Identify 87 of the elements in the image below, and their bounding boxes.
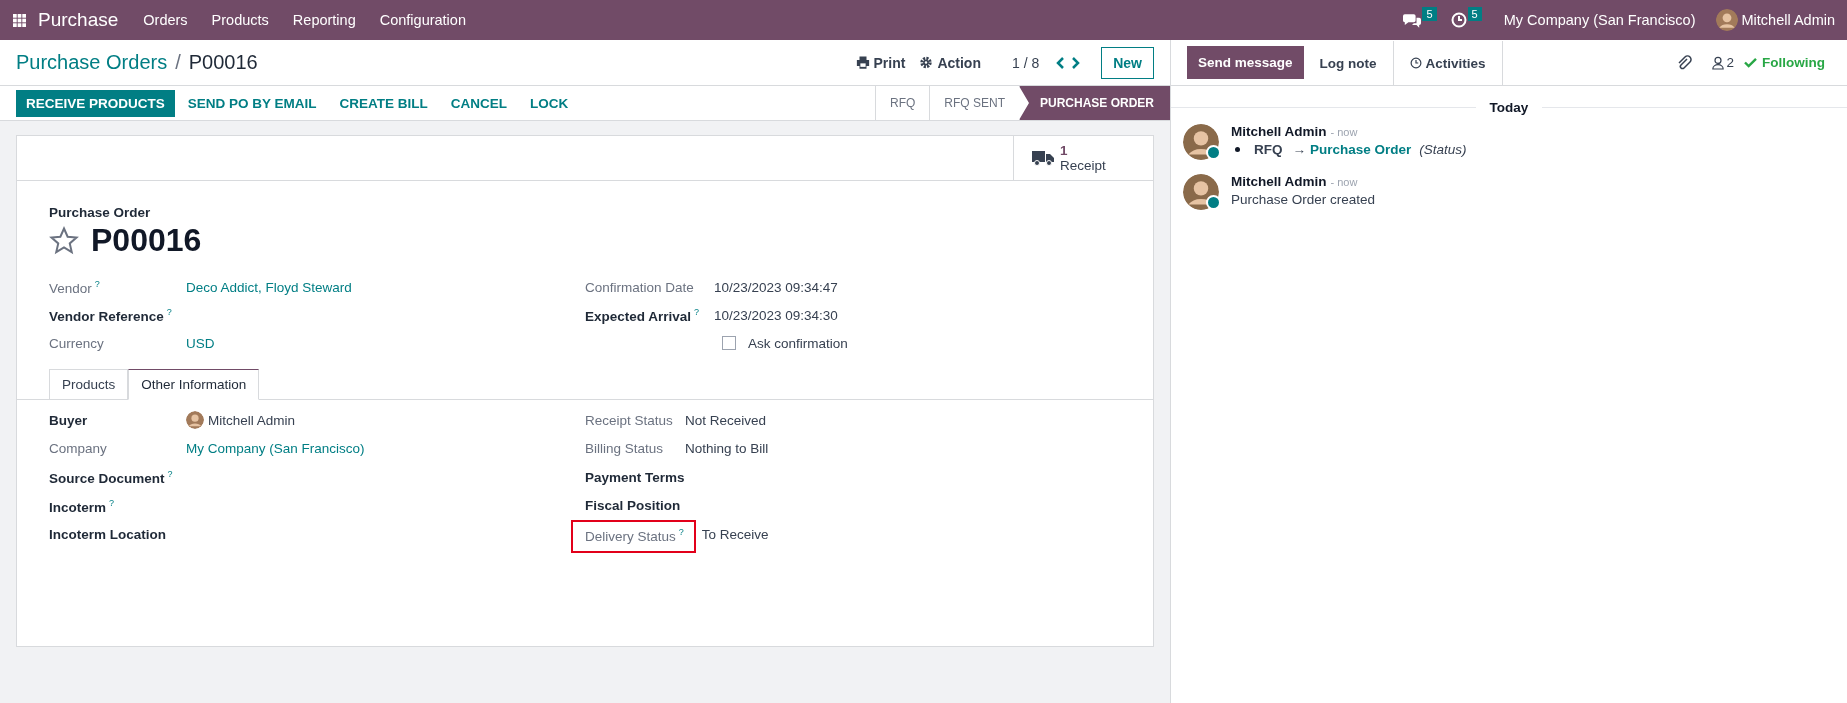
field-label: Payment Terms — [585, 469, 685, 485]
workflow-button[interactable]: CREATE BILL — [329, 89, 438, 117]
new-button[interactable]: New — [1101, 46, 1154, 79]
date-separator: Today — [1475, 100, 1543, 115]
print-button[interactable]: Print — [873, 54, 906, 71]
form-type-label: Purchase Order — [49, 205, 152, 220]
action-menu-button[interactable]: Action — [937, 54, 981, 71]
record-name: P00016 — [188, 51, 258, 74]
checkbox-label[interactable]: Ask confirmation — [748, 335, 848, 351]
author-avatar — [1183, 174, 1219, 210]
field-value: Nothing to Bill — [685, 441, 769, 457]
field-label: Delivery Status $^{?}$ — [571, 519, 696, 553]
field-label: Incoterm Location — [49, 526, 167, 542]
field-label: Vendor Reference $^{?}$ — [49, 306, 173, 324]
arrow-glyph: → — [1292, 142, 1306, 157]
new-value: Purchase Order — [1310, 142, 1412, 157]
tracked-field: (Status) — [1419, 142, 1467, 157]
status-step[interactable]: PURCHASE ORDER — [1019, 86, 1170, 120]
field-value-link[interactable]: USD — [186, 335, 215, 351]
author-avatar — [1183, 124, 1219, 160]
paperclip-icon[interactable] — [1676, 54, 1693, 71]
apps-menu-icon[interactable] — [13, 13, 26, 27]
workflow-button[interactable]: RECEIVE PRODUCTS — [16, 89, 175, 117]
navbar-menu-item[interactable]: Orders — [143, 12, 188, 28]
field-label: Expected Arrival $^{?}$ — [585, 306, 701, 324]
field-label: Billing Status — [585, 441, 665, 457]
send-message-button[interactable]: Send message — [1187, 46, 1304, 79]
printer-icon[interactable] — [855, 56, 870, 69]
follower-count[interactable]: 2 — [1726, 55, 1734, 70]
field-value: Not Received — [685, 412, 767, 428]
clock-icon — [1409, 57, 1422, 69]
truck-icon — [1032, 150, 1054, 166]
chevron-left-icon[interactable] — [1055, 55, 1066, 70]
field-label: Vendor $^{?}$ — [49, 278, 101, 296]
activity-count-badge: 5 — [1467, 7, 1482, 21]
field-label: Company — [49, 441, 108, 457]
checkmark-icon[interactable] — [1744, 57, 1757, 68]
form-tab[interactable]: Other Information — [128, 369, 260, 400]
field-label: Fiscal Position — [585, 498, 682, 514]
breadcrumb-link[interactable]: Purchase Orders — [16, 51, 168, 74]
field-label: Receipt Status — [585, 412, 674, 428]
workflow-button[interactable]: SEND PO BY EMAIL — [177, 89, 327, 117]
clock-icon[interactable] — [1450, 12, 1467, 28]
activities-button[interactable]: Activities — [1392, 40, 1503, 86]
navbar-menu-item[interactable]: Reporting — [292, 12, 356, 28]
message-time: - now — [1330, 176, 1358, 188]
breadcrumb-separator: / — [175, 51, 181, 74]
gear-icon[interactable] — [919, 56, 934, 69]
field-label: Source Document $^{?}$ — [49, 469, 174, 486]
pager-value: 1 / 8 — [1011, 54, 1040, 71]
field-value: 10/23/2023 09:34:47 — [714, 279, 838, 295]
receipt-count: 1 — [1060, 143, 1069, 158]
person-icon[interactable] — [1712, 55, 1725, 70]
company-switcher[interactable]: My Company (San Francisco) — [1503, 12, 1696, 28]
field-label: Confirmation Date — [585, 279, 695, 295]
receipt-smart-button[interactable]: 1 Receipt — [1013, 136, 1153, 180]
message-text: Purchase Order created — [1231, 192, 1376, 207]
user-avatar-icon[interactable] — [1715, 9, 1738, 31]
user-name[interactable]: Mitchell Admin — [1741, 12, 1835, 28]
field-value: 10/23/2023 09:34:30 — [714, 307, 838, 323]
navbar-menu-item[interactable]: Products — [211, 12, 269, 28]
user-avatar-icon — [186, 411, 204, 430]
field-value-link[interactable]: Deco Addict, Floyd Steward — [186, 279, 352, 295]
activities-label: Activities — [1425, 55, 1486, 71]
message-time: - now — [1330, 126, 1358, 138]
message-count-badge: 5 — [1422, 7, 1437, 21]
workflow-button[interactable]: CANCEL — [440, 89, 518, 117]
field-value-link[interactable]: My Company (San Francisco) — [186, 441, 365, 457]
navbar-menu-item[interactable]: Configuration — [379, 12, 466, 28]
message-author: Mitchell Admin — [1231, 124, 1327, 139]
chevron-right-icon[interactable] — [1071, 55, 1082, 70]
checkbox[interactable] — [722, 336, 736, 350]
field-value[interactable]: Mitchell Admin — [208, 412, 296, 428]
log-note-button[interactable]: Log note — [1303, 40, 1393, 86]
receipt-label: Receipt — [1060, 158, 1106, 173]
message-author: Mitchell Admin — [1231, 174, 1327, 189]
star-icon[interactable] — [49, 225, 79, 256]
field-value: To Receive — [701, 526, 769, 542]
field-label: Currency — [49, 335, 105, 351]
workflow-button[interactable]: LOCK — [520, 89, 579, 117]
old-value: RFQ — [1254, 142, 1283, 157]
app-name[interactable]: Purchase — [38, 9, 119, 31]
bullet-icon — [1235, 147, 1240, 152]
field-label: Buyer — [49, 412, 89, 428]
record-title: P00016 — [91, 222, 202, 259]
field-label: Incoterm $^{?}$ — [49, 497, 116, 514]
chat-bubbles-icon[interactable] — [1403, 12, 1422, 28]
